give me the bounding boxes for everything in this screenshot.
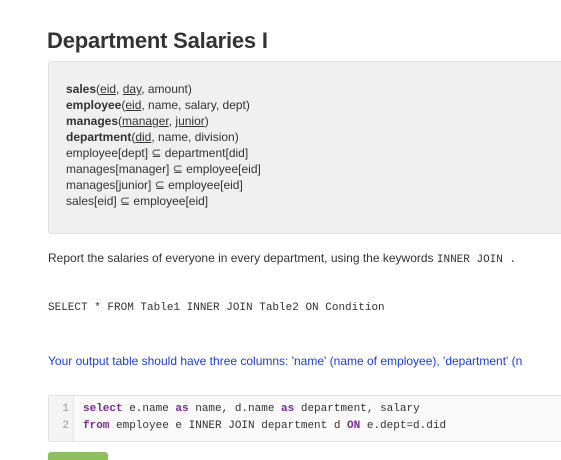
relation-name: manages	[66, 114, 119, 128]
sql-keyword: as	[281, 403, 295, 415]
submit-button-edge[interactable]	[48, 452, 108, 460]
schema-panel: sales(eid, day, amount) employee(eid, na…	[48, 61, 561, 234]
schema-employee: employee(eid, name, salary, dept)	[66, 97, 261, 113]
code-line-2[interactable]: from employee e INNER JOIN department d …	[83, 420, 446, 432]
sql-text: e.name	[122, 403, 176, 415]
attr-rest: , name, salary, dept)	[141, 98, 250, 112]
output-note: Your output table should have three colu…	[48, 354, 523, 368]
constraint-line: sales[eid] ⊆ employee[eid]	[66, 194, 209, 208]
relation-name: department	[66, 130, 132, 144]
sql-keyword: ON	[347, 420, 361, 432]
code-line-1[interactable]: select e.name as name, d.name as departm…	[83, 403, 420, 415]
schema-lines: sales(eid, day, amount) employee(eid, na…	[66, 81, 261, 209]
sql-keyword: as	[175, 403, 189, 415]
relation-name: employee	[66, 98, 122, 112]
report-text: Report the salaries of everyone in every…	[48, 251, 437, 265]
example-sql: SELECT * FROM Table1 INNER JOIN Table2 O…	[48, 302, 385, 314]
constraint-line: manages[manager] ⊆ employee[eid]	[66, 162, 261, 176]
constraint-line: employee[dept] ⊆ department[did]	[66, 146, 249, 160]
attr-rest: , amount)	[141, 82, 192, 96]
report-instruction: Report the salaries of everyone in every…	[48, 251, 516, 266]
key-attr: eid	[100, 82, 117, 96]
schema-sales: sales(eid, day, amount)	[66, 81, 261, 97]
separator: ,	[116, 82, 123, 96]
line-number: 2	[62, 420, 69, 432]
report-keyword: INNER JOIN .	[436, 254, 517, 266]
line-gutter: 1 2	[49, 396, 74, 441]
schema-manages: manages(manager, junior)	[66, 113, 261, 129]
line-number: 1	[62, 403, 69, 415]
key-attr: manager	[122, 114, 169, 128]
attr-rest: , name, division)	[151, 130, 239, 144]
code-editor[interactable]: 1 2 select e.name as name, d.name as dep…	[48, 395, 561, 442]
paren-close: )	[204, 114, 209, 128]
key-attr: day	[122, 82, 142, 96]
schema-department: department(did, name, division)	[66, 129, 261, 145]
sql-keyword: from	[83, 420, 110, 432]
sql-keyword: select	[83, 403, 123, 415]
sql-text: name, d.name	[188, 403, 282, 415]
key-attr: junior	[175, 114, 205, 128]
sql-text: department, salary	[294, 403, 420, 415]
sql-text: e.dept=d.did	[360, 420, 447, 432]
page-title: Department Salaries I	[47, 28, 268, 53]
sql-text: employee e INNER JOIN department d	[109, 420, 348, 432]
key-attr: eid	[125, 98, 142, 112]
constraint-line: manages[junior] ⊆ employee[eid]	[66, 178, 243, 192]
key-attr: did	[135, 130, 152, 144]
relation-name: sales	[66, 82, 97, 96]
